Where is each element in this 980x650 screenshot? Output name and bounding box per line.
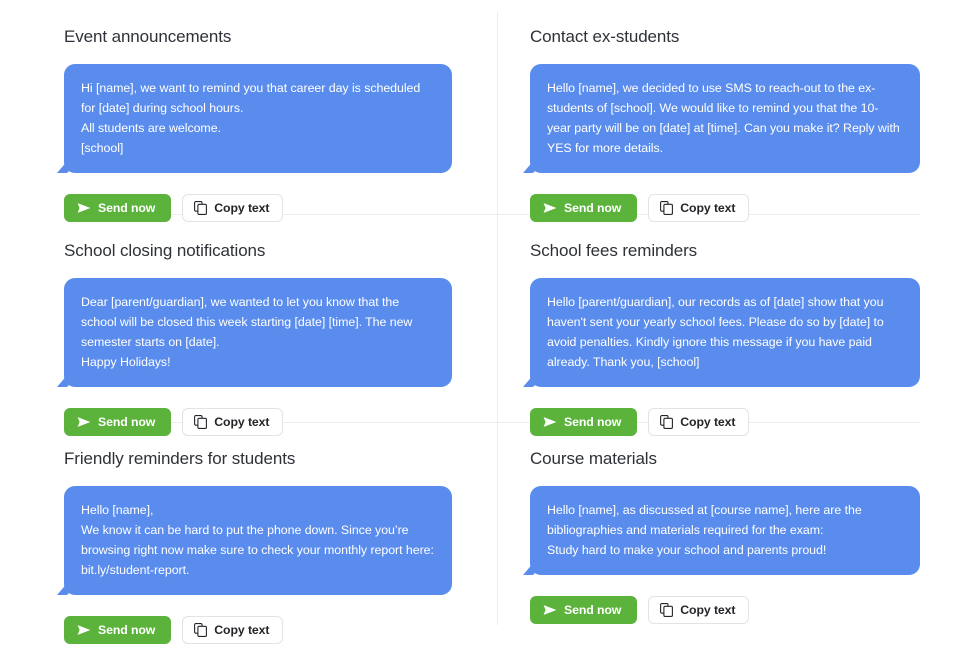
card-actions: Send now Copy text <box>530 596 940 624</box>
card-title: Event announcements <box>64 27 232 46</box>
send-now-label: Send now <box>98 201 156 215</box>
template-card-contact-ex-students: Contact ex-students Hello [name], we dec… <box>497 0 980 222</box>
message-bubble: Hello [parent/guardian], our records as … <box>523 278 920 387</box>
send-now-label: Send now <box>564 603 622 617</box>
message-bubble-wrap: Hello [name], we decided to use SMS to r… <box>523 64 940 173</box>
template-card-friendly-reminders-for-students: Friendly reminders for students Hello [n… <box>0 422 497 650</box>
message-bubble: Hello [name], as discussed at [course na… <box>523 486 920 575</box>
copy-text-label: Copy text <box>680 201 736 215</box>
copy-text-label: Copy text <box>214 623 270 637</box>
message-bubble-wrap: Dear [parent/guardian], we wanted to let… <box>57 278 467 387</box>
copy-text-label: Copy text <box>680 603 736 617</box>
message-bubble-wrap: Hi [name], we want to remind you that ca… <box>57 64 467 173</box>
card-title: School fees reminders <box>530 241 698 260</box>
paper-plane-icon <box>543 604 557 616</box>
message-bubble: Hello [name], We know it can be hard to … <box>57 486 452 595</box>
template-card-school-closing-notifications: School closing notifications Dear [paren… <box>0 214 497 436</box>
card-title: Friendly reminders for students <box>64 449 296 468</box>
card-title: Contact ex-students <box>530 27 680 46</box>
send-now-label: Send now <box>98 623 156 637</box>
copy-text-button[interactable]: Copy text <box>182 616 284 644</box>
template-card-event-announcements: Event announcements Hi [name], we want t… <box>0 0 497 222</box>
copy-pages-icon <box>660 603 674 617</box>
send-now-button[interactable]: Send now <box>64 616 172 644</box>
copy-pages-icon <box>660 201 674 215</box>
message-bubble: Hi [name], we want to remind you that ca… <box>57 64 452 173</box>
copy-text-button[interactable]: Copy text <box>648 596 750 624</box>
send-now-label: Send now <box>564 201 622 215</box>
paper-plane-icon <box>543 202 557 214</box>
message-templates-grid: Event announcements Hi [name], we want t… <box>0 0 980 650</box>
copy-pages-icon <box>194 201 208 215</box>
message-bubble: Hello [name], we decided to use SMS to r… <box>523 64 920 173</box>
message-bubble-wrap: Hello [name], as discussed at [course na… <box>523 486 940 575</box>
template-card-course-materials: Course materials Hello [name], as discus… <box>497 422 980 650</box>
message-bubble: Dear [parent/guardian], we wanted to let… <box>57 278 452 387</box>
paper-plane-icon <box>77 624 91 636</box>
copy-text-label: Copy text <box>214 201 270 215</box>
card-title: School closing notifications <box>64 241 266 260</box>
template-card-school-fees-reminders: School fees reminders Hello [parent/guar… <box>497 214 980 436</box>
card-actions: Send now Copy text <box>64 616 467 644</box>
copy-pages-icon <box>194 623 208 637</box>
card-title: Course materials <box>530 449 657 468</box>
send-now-button[interactable]: Send now <box>530 596 638 624</box>
paper-plane-icon <box>77 202 91 214</box>
message-bubble-wrap: Hello [name], We know it can be hard to … <box>57 486 467 595</box>
message-bubble-wrap: Hello [parent/guardian], our records as … <box>523 278 940 387</box>
